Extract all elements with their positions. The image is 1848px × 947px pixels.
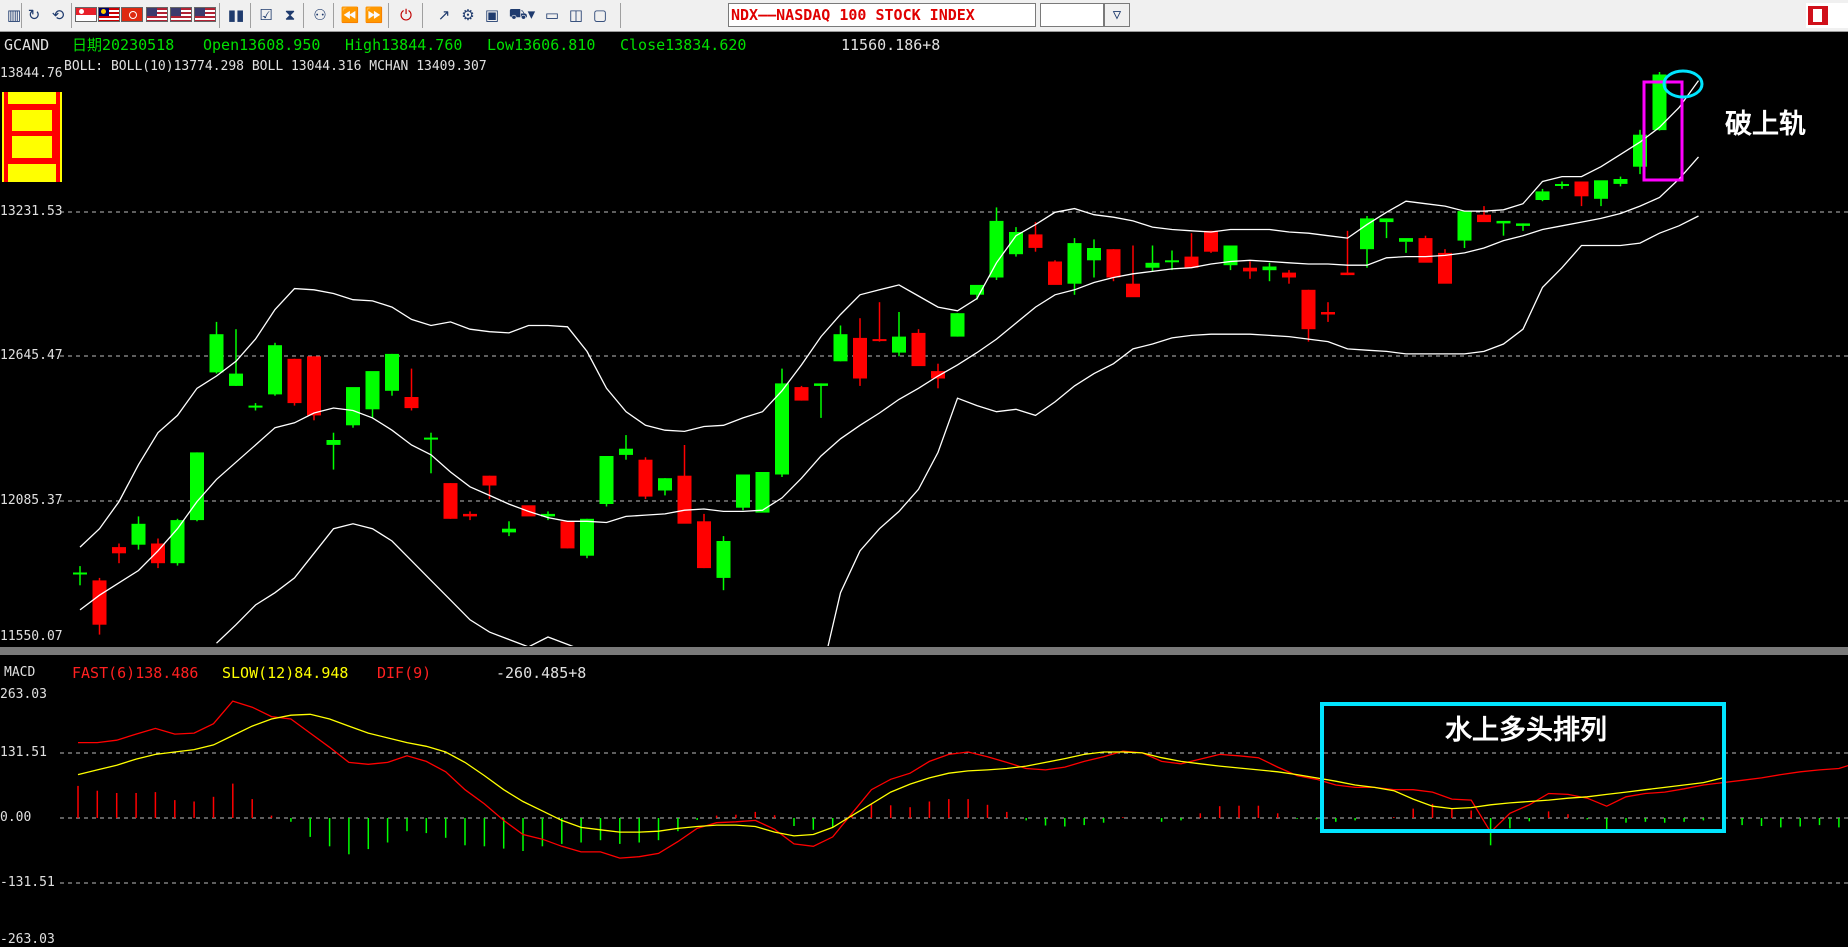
candle-body	[209, 334, 224, 373]
candle-body	[1301, 289, 1316, 330]
candle-body	[872, 339, 887, 342]
candle-body	[1535, 191, 1550, 200]
macd-chart: 水上多头排列	[60, 700, 1848, 884]
candle-body	[463, 513, 477, 517]
candle-body	[1204, 230, 1218, 252]
candle-body	[1106, 249, 1121, 278]
candle-body	[1126, 283, 1140, 298]
candle-body	[112, 547, 126, 554]
candle-body	[1399, 238, 1413, 242]
boll-upper-line	[79, 80, 1700, 548]
candle-body	[1574, 181, 1589, 197]
candle-body	[229, 373, 243, 386]
candle-body	[1067, 243, 1082, 284]
candle-body	[1457, 211, 1472, 241]
candle-body	[560, 521, 575, 549]
candle-body	[443, 483, 458, 519]
candle-body	[1282, 272, 1296, 278]
candle-body	[1165, 260, 1179, 263]
macd-callout: 水上多头排列	[1445, 715, 1607, 746]
candle-body	[1477, 214, 1491, 223]
candle-body	[1087, 248, 1101, 261]
candle-body	[502, 528, 516, 533]
macd-histogram	[77, 783, 1840, 855]
candle-body	[268, 345, 282, 395]
candle-body	[1321, 312, 1335, 315]
candle-body	[1555, 184, 1569, 186]
candle-body	[1340, 272, 1355, 276]
candle-body	[1496, 220, 1511, 224]
breakout-callout: 破上轨	[1725, 108, 1806, 140]
candle-body	[1516, 223, 1530, 226]
candle-body	[404, 397, 419, 409]
candle-body	[326, 440, 341, 445]
candle-body	[1379, 218, 1394, 223]
candle-body	[1184, 256, 1199, 268]
candle-body	[346, 387, 360, 426]
candle-body	[1145, 262, 1160, 268]
candle-body	[1438, 252, 1452, 284]
candle-body	[814, 383, 828, 386]
candle-body	[911, 332, 926, 367]
candle-body	[248, 405, 263, 408]
candle-body	[619, 448, 633, 455]
candle-body	[307, 356, 321, 416]
candle-body	[1418, 238, 1433, 263]
candle-body	[1594, 180, 1608, 199]
candle-period-icon[interactable]	[2, 92, 62, 182]
candle-body	[365, 371, 380, 410]
candle-body	[950, 313, 965, 337]
candle-body	[931, 371, 945, 379]
candle-body	[1028, 234, 1043, 248]
boll-lower-line	[216, 215, 1699, 646]
candle-body	[833, 334, 848, 362]
candle-body	[658, 478, 672, 491]
candle-body	[92, 580, 107, 625]
candle-body	[170, 520, 185, 564]
candle-body	[697, 521, 711, 569]
candle-body	[190, 452, 204, 521]
candle-body	[151, 543, 165, 564]
candle-body	[131, 523, 146, 545]
candle-body	[989, 220, 1004, 278]
candle-body	[482, 475, 497, 486]
candle-body	[385, 353, 399, 391]
candle-body	[1048, 261, 1062, 285]
candle-body	[1243, 267, 1257, 272]
candle-body	[599, 456, 614, 504]
candle-body	[73, 572, 87, 575]
candle-body	[1613, 179, 1628, 184]
bollinger-bands	[79, 80, 1700, 646]
candle-body	[424, 437, 438, 440]
candle-body	[638, 459, 653, 497]
panel-divider[interactable]	[0, 647, 1848, 655]
candle-body	[794, 387, 809, 401]
price-chart: 破上轨	[2, 69, 1848, 646]
candle-body	[1262, 266, 1277, 271]
candle-body	[736, 474, 750, 508]
candle-body	[1360, 218, 1374, 250]
candle-body	[853, 337, 867, 379]
candle-body	[287, 358, 302, 404]
candle-body	[716, 541, 731, 578]
grid-lines	[60, 211, 1848, 502]
candle-body	[892, 336, 906, 353]
candle-body	[580, 518, 594, 556]
candle-body	[775, 383, 789, 475]
candle-body	[677, 475, 692, 524]
